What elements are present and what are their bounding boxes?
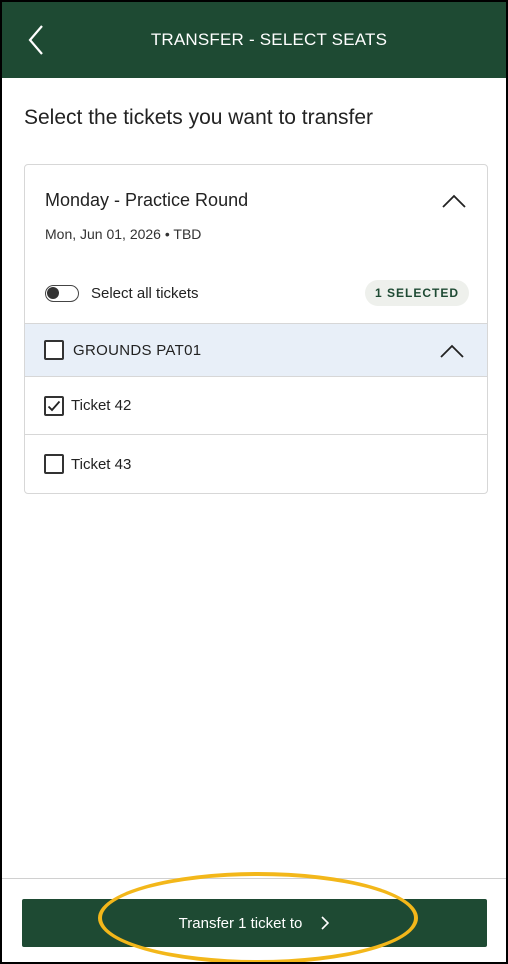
ticket-group-row[interactable]: GROUNDS PAT01 bbox=[25, 323, 487, 377]
select-all-row: Select all tickets 1 SELECTED bbox=[45, 278, 469, 308]
event-card: Monday - Practice Round Mon, Jun 01, 202… bbox=[24, 164, 488, 494]
transfer-button-label: Transfer 1 ticket to bbox=[178, 914, 303, 932]
select-all-toggle[interactable] bbox=[45, 284, 79, 302]
bottom-action-bar: Transfer 1 ticket to bbox=[2, 878, 506, 962]
toggle-knob bbox=[47, 286, 59, 299]
ticket-row[interactable]: Ticket 43 bbox=[25, 435, 487, 493]
chevron-right-icon bbox=[321, 916, 330, 930]
ticket-checkbox-checked[interactable] bbox=[44, 395, 64, 416]
ticket-row[interactable]: Ticket 42 bbox=[25, 377, 487, 435]
group-checkbox[interactable] bbox=[44, 340, 64, 360]
group-label: GROUNDS PAT01 bbox=[73, 341, 202, 359]
ticket-checkbox[interactable] bbox=[44, 454, 64, 474]
top-app-bar: TRANSFER - SELECT SEATS bbox=[2, 2, 506, 78]
back-button[interactable] bbox=[20, 20, 52, 60]
select-all-label: Select all tickets bbox=[91, 284, 199, 302]
app-screen: TRANSFER - SELECT SEATS Select the ticke… bbox=[0, 0, 508, 964]
collapse-event-chevron-up-icon[interactable] bbox=[441, 193, 467, 209]
page-title: TRANSFER - SELECT SEATS bbox=[150, 30, 388, 49]
checkmark-icon bbox=[47, 400, 61, 411]
instruction-heading: Select the tickets you want to transfer bbox=[24, 106, 374, 129]
transfer-button[interactable]: Transfer 1 ticket to bbox=[22, 899, 487, 947]
event-title: Monday - Practice Round bbox=[45, 190, 249, 210]
chevron-left-icon bbox=[28, 25, 43, 55]
collapse-group-chevron-up-icon[interactable] bbox=[439, 343, 465, 359]
selected-count-badge: 1 SELECTED bbox=[364, 280, 469, 306]
ticket-label: Ticket 43 bbox=[71, 455, 132, 473]
ticket-label: Ticket 42 bbox=[71, 397, 132, 414]
event-date: Mon, Jun 01, 2026 • TBD bbox=[45, 226, 202, 242]
